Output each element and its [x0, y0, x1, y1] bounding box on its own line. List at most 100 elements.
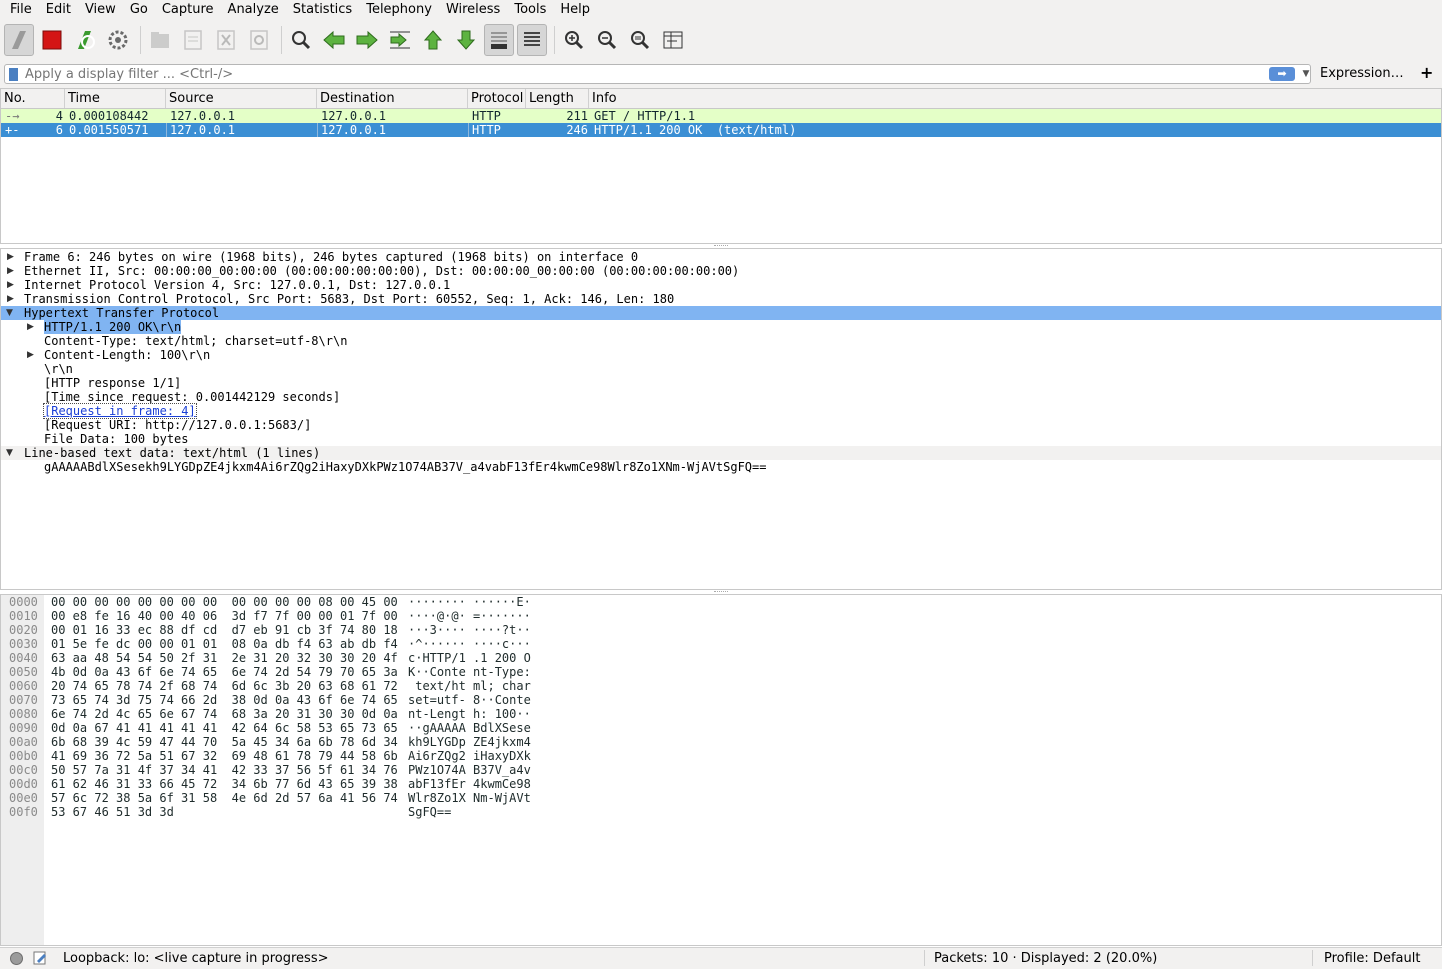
tree-item-http[interactable]: ▼ Hypertext Transfer Protocol — [1, 306, 1441, 320]
column-protocol[interactable]: Protocol — [468, 89, 526, 108]
packet-details-tree: ▶ Frame 6: 246 bytes on wire (1968 bits)… — [0, 248, 1442, 590]
apply-filter-arrow-icon[interactable]: ➡ — [1269, 67, 1295, 81]
expression-button[interactable]: Expression… — [1320, 66, 1404, 81]
column-destination[interactable]: Destination — [317, 89, 468, 108]
toolbar-separator — [281, 26, 282, 54]
tree-item-file-data[interactable]: File Data: 100 bytes — [1, 432, 1441, 446]
chevron-down-icon[interactable]: ▼ — [1300, 67, 1312, 81]
packet-row-selected[interactable]: +- 6 0.001550571 127.0.0.1 127.0.0.1 HTT… — [1, 123, 1441, 137]
find-packet-button[interactable] — [286, 24, 316, 56]
column-divider — [317, 123, 318, 137]
tree-item-content-type[interactable]: Content-Type: text/html; charset=utf-8\r… — [1, 334, 1441, 348]
packet-row[interactable]: -→ 4 0.000108442 127.0.0.1 127.0.0.1 HTT… — [1, 109, 1441, 123]
tree-item-label: Line-based text data: text/html (1 lines… — [24, 446, 321, 460]
tree-item-frame[interactable]: ▶ Frame 6: 246 bytes on wire (1968 bits)… — [1, 250, 1441, 264]
expand-arrow-icon[interactable]: ▶ — [27, 320, 37, 334]
menubar: File Edit View Go Capture Analyze Statis… — [0, 0, 1442, 20]
go-forward-icon — [356, 30, 378, 50]
tree-item-http-status[interactable]: ▶ HTTP/1.1 200 OK\r\n — [1, 320, 1441, 334]
hex-ascii: SgFQ== — [408, 805, 452, 819]
tree-item-request-uri[interactable]: [Request URI: http://127.0.0.1:5683/] — [1, 418, 1441, 432]
packet-destination: 127.0.0.1 — [321, 109, 387, 123]
tree-item-ethernet[interactable]: ▶ Ethernet II, Src: 00:00:00_00:00:00 (0… — [1, 264, 1441, 278]
hex-bytes: 41 69 36 72 5a 51 67 32 69 48 61 78 79 4… — [51, 749, 398, 763]
column-length[interactable]: Length — [526, 89, 589, 108]
last-packet-button[interactable] — [451, 24, 481, 56]
hex-bytes: 57 6c 72 38 5a 6f 31 58 4e 6d 2d 57 6a 4… — [51, 791, 398, 805]
hex-ascii: text/ht ml; char — [408, 679, 531, 693]
column-time[interactable]: Time — [65, 89, 166, 108]
expand-arrow-icon[interactable]: ▶ — [7, 264, 17, 278]
menu-statistics[interactable]: Statistics — [286, 0, 359, 20]
hex-bytes: 00 e8 fe 16 40 00 40 06 3d f7 7f 00 00 0… — [51, 609, 398, 623]
resize-columns-button[interactable] — [658, 24, 688, 56]
tree-item-body-text[interactable]: gAAAAABdlXSesekh9LYGDpZE4jkxm4Ai6rZQg2iH… — [1, 460, 1441, 474]
go-back-button[interactable] — [319, 24, 349, 56]
tree-item-request-in-frame[interactable]: [Request in frame: 4] — [1, 403, 1441, 419]
expand-arrow-icon[interactable]: ▶ — [7, 292, 17, 306]
bookmark-icon[interactable] — [9, 68, 18, 81]
save-file-button[interactable] — [178, 24, 208, 56]
collapse-arrow-icon[interactable]: ▼ — [6, 446, 16, 460]
open-file-button[interactable] — [145, 24, 175, 56]
profile-switcher[interactable]: Profile: Default — [1324, 951, 1420, 966]
expand-arrow-icon[interactable]: ▶ — [7, 278, 17, 292]
tree-item-ip[interactable]: ▶ Internet Protocol Version 4, Src: 127.… — [1, 278, 1441, 292]
packet-time: 0.000108442 — [69, 109, 149, 123]
menu-telephony[interactable]: Telephony — [359, 0, 439, 20]
tree-item-time-since-request[interactable]: [Time since request: 0.001442129 seconds… — [1, 390, 1441, 404]
zoom-in-button[interactable] — [559, 24, 589, 56]
tree-item-tcp[interactable]: ▶ Transmission Control Protocol, Src Por… — [1, 292, 1441, 306]
reload-file-button[interactable] — [244, 24, 274, 56]
tree-item-crlf[interactable]: \r\n — [1, 362, 1441, 376]
restart-capture-button[interactable] — [70, 24, 100, 56]
menu-tools[interactable]: Tools — [507, 0, 553, 20]
capture-options-button[interactable] — [103, 24, 133, 56]
go-forward-button[interactable] — [352, 24, 382, 56]
start-capture-button[interactable] — [4, 24, 34, 56]
expert-info-icon[interactable] — [10, 952, 23, 965]
normal-size-button[interactable] — [625, 24, 655, 56]
first-packet-button[interactable] — [418, 24, 448, 56]
first-packet-icon — [423, 30, 443, 50]
hex-offset: 0040 — [9, 651, 38, 665]
menu-file[interactable]: File — [3, 0, 39, 20]
menu-wireless[interactable]: Wireless — [439, 0, 507, 20]
hex-bytes: 01 5e fe dc 00 00 01 01 08 0a db f4 63 a… — [51, 637, 398, 651]
expand-arrow-icon[interactable]: ▶ — [27, 348, 37, 362]
menu-edit[interactable]: Edit — [39, 0, 78, 20]
normal-size-icon — [631, 31, 650, 50]
packet-info: GET / HTTP/1.1 — [594, 109, 696, 123]
collapse-arrow-icon[interactable]: ▼ — [6, 306, 16, 320]
menu-help[interactable]: Help — [553, 0, 597, 20]
column-info[interactable]: Info — [589, 89, 1441, 108]
hex-ascii: Ai6rZQg2 iHaxyDXk — [408, 749, 531, 763]
hex-ascii: c·HTTP/1 .1 200 O — [408, 651, 531, 665]
menu-go[interactable]: Go — [123, 0, 155, 20]
menu-capture[interactable]: Capture — [155, 0, 221, 20]
tree-item-content-length[interactable]: ▶ Content-Length: 100\r\n — [1, 348, 1441, 362]
colorize-icon — [524, 32, 540, 46]
menu-view[interactable]: View — [78, 0, 123, 20]
packet-no: 6 — [55, 123, 63, 137]
stop-capture-button[interactable] — [37, 24, 67, 56]
hex-ascii: ·^······ ····c··· — [408, 637, 531, 651]
edit-comment-icon[interactable] — [33, 951, 47, 965]
display-filter-input[interactable] — [25, 66, 1255, 82]
zoom-out-button[interactable] — [592, 24, 622, 56]
tree-item-line-based-text[interactable]: ▼ Line-based text data: text/html (1 lin… — [1, 446, 1441, 460]
colorize-button[interactable] — [517, 24, 547, 56]
menu-analyze[interactable]: Analyze — [221, 0, 286, 20]
expand-arrow-icon[interactable]: ▶ — [7, 250, 17, 264]
tree-item-http-response[interactable]: [HTTP response 1/1] — [1, 376, 1441, 390]
add-filter-button[interactable]: + — [1420, 63, 1433, 82]
close-file-button[interactable] — [211, 24, 241, 56]
go-to-packet-button[interactable] — [385, 24, 415, 56]
hex-ascii: K··Conte nt-Type: — [408, 665, 531, 679]
column-source[interactable]: Source — [166, 89, 317, 108]
auto-scroll-button[interactable] — [484, 24, 514, 56]
hex-ascii: Wlr8Zo1X Nm-WjAVt — [408, 791, 531, 805]
column-no[interactable]: No. — [1, 89, 65, 108]
request-frame-link[interactable]: [Request in frame: 4] — [43, 403, 197, 419]
restart-capture-icon — [78, 31, 95, 49]
